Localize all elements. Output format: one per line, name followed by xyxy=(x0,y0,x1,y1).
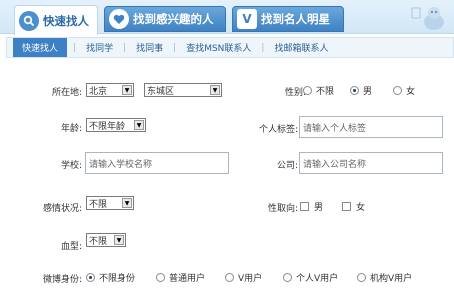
tab-quick-find[interactable]: 快速找人 xyxy=(14,5,98,35)
gender-male-radio[interactable]: 男 xyxy=(350,84,372,97)
district-select[interactable]: 东城区 ▼ xyxy=(144,83,222,97)
radio-label: 个人V用户 xyxy=(296,274,339,284)
checkbox-box xyxy=(342,202,351,211)
radio-circle xyxy=(350,86,359,95)
radio-label: 普通用户 xyxy=(169,274,206,284)
radio-label: V用户 xyxy=(238,274,263,284)
relationship-label: 感情状况: xyxy=(42,204,82,214)
weibo-identity-label: 微博身份: xyxy=(42,275,82,285)
identity-any-radio[interactable]: 不限身份 xyxy=(86,271,135,284)
radio-label: 机构V用户 xyxy=(370,274,413,284)
radio-circle xyxy=(283,273,292,282)
relationship-value: 不限 xyxy=(89,199,108,210)
gender-label: 性别: xyxy=(284,88,306,98)
orientation-male-checkbox[interactable]: 男 xyxy=(300,200,323,213)
tag-placeholder: 请输入个人标签 xyxy=(303,123,367,134)
radio-label: 不限身份 xyxy=(99,274,136,284)
radio-circle xyxy=(393,86,402,95)
radio-circle xyxy=(225,273,234,282)
search-icon xyxy=(19,10,39,31)
radio-circle xyxy=(303,86,312,95)
orientation-female-checkbox[interactable]: 女 xyxy=(342,200,365,213)
chevron-down-icon: ▼ xyxy=(122,198,132,208)
identity-org-v-radio[interactable]: 机构V用户 xyxy=(357,271,412,284)
tab-interesting-people[interactable]: 找到感兴趣的人 xyxy=(104,6,226,32)
company-placeholder: 请输入公司名称 xyxy=(303,159,367,170)
tab-celebrities[interactable]: V 找到名人明星 xyxy=(232,6,344,32)
blood-value: 不限 xyxy=(89,236,108,247)
checkbox-box xyxy=(300,202,309,211)
age-label: 年龄: xyxy=(60,124,82,134)
subnav-colleagues[interactable]: 找同事 xyxy=(126,41,173,54)
chevron-down-icon: ▼ xyxy=(134,120,144,130)
top-tab-bar: 快速找人 找到感兴趣的人 V 找到名人明星 xyxy=(0,0,454,35)
subnav-email-contacts[interactable]: 找邮箱联系人 xyxy=(264,41,338,54)
tab-label: 找到名人明星 xyxy=(261,12,330,26)
gender-any-radio[interactable]: 不限 xyxy=(303,84,334,97)
v-icon: V xyxy=(237,9,257,29)
radio-label: 女 xyxy=(406,87,416,97)
subnav-msn-contacts[interactable]: 查找MSN联系人 xyxy=(176,41,261,54)
chevron-down-icon: ▼ xyxy=(114,235,124,245)
radio-circle xyxy=(86,273,95,282)
tag-label: 个人标签: xyxy=(258,125,298,135)
radio-circle xyxy=(357,273,366,282)
radio-circle xyxy=(156,273,165,282)
heart-icon xyxy=(109,9,129,29)
blood-select[interactable]: 不限 ▼ xyxy=(86,233,126,247)
tab-label: 找到感兴趣的人 xyxy=(133,12,214,26)
school-input[interactable]: 请输入学校名称 xyxy=(85,152,229,174)
age-select[interactable]: 不限年龄 ▼ xyxy=(86,118,146,132)
subnav-quick-find[interactable]: 快速找人 xyxy=(13,38,68,57)
relationship-select[interactable]: 不限 ▼ xyxy=(86,196,134,210)
district-value: 东城区 xyxy=(147,86,175,97)
province-value: 北京 xyxy=(89,86,108,97)
location-label: 所在地: xyxy=(51,88,82,98)
tag-input[interactable]: 请输入个人标签 xyxy=(299,116,443,138)
checkbox-label: 男 xyxy=(314,203,324,213)
radio-label: 不限 xyxy=(316,87,335,97)
tab-label: 快速找人 xyxy=(43,13,89,28)
age-value: 不限年龄 xyxy=(89,121,126,132)
blood-label: 血型: xyxy=(60,242,82,252)
sub-nav: 快速找人 | 找同学 | 找同事 | 查找MSN联系人 | 找邮箱联系人 xyxy=(6,37,454,58)
province-select[interactable]: 北京 ▼ xyxy=(86,83,134,97)
school-label: 学校: xyxy=(60,161,82,171)
chevron-down-icon: ▼ xyxy=(210,85,220,95)
subnav-classmates[interactable]: 找同学 xyxy=(76,41,123,54)
gender-female-radio[interactable]: 女 xyxy=(393,84,415,97)
identity-regular-radio[interactable]: 普通用户 xyxy=(156,271,205,284)
identity-personal-v-radio[interactable]: 个人V用户 xyxy=(283,271,338,284)
chevron-down-icon: ▼ xyxy=(122,85,132,95)
orientation-label: 性取向: xyxy=(267,204,298,214)
identity-v-radio[interactable]: V用户 xyxy=(225,271,262,284)
school-placeholder: 请输入学校名称 xyxy=(89,159,153,170)
mascot-illustration xyxy=(411,7,444,30)
company-input[interactable]: 请输入公司名称 xyxy=(299,152,443,174)
checkbox-label: 女 xyxy=(356,203,366,213)
radio-label: 男 xyxy=(363,87,373,97)
company-label: 公司: xyxy=(276,161,298,171)
